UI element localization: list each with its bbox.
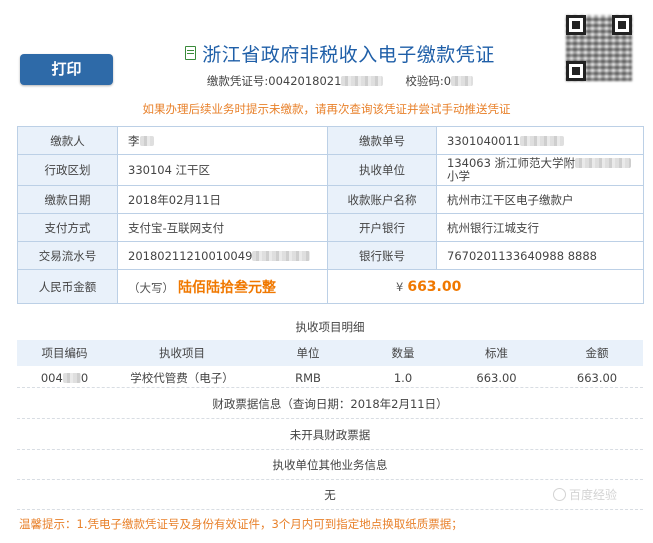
col-header: 金额 [551,340,643,366]
print-button[interactable]: 打印 [20,54,113,85]
redacted-mask [341,76,384,86]
divider [17,418,643,419]
divider [17,479,643,480]
watermark-icon [553,488,566,501]
col-header: 单位 [252,340,364,366]
page-title: 浙江省政府非税收入电子缴款凭证 [150,40,530,67]
amount-label: 人民币金额 [17,269,118,304]
voucher-info: 缴款凭证号:0042018021 校验码:0 [150,73,530,89]
date-value: 2018年02月11日 [117,185,328,214]
watermark: 百度经验 [553,486,617,503]
qr-code [566,15,632,81]
txn-value: 20180211210010049 [117,241,328,270]
col-header: 执收项目 [112,340,252,366]
items-title: 执收项目明细 [295,320,365,334]
amount-capital: （大写） 陆佰陆拾叁元整 [117,269,328,304]
payer-value: 李 [117,126,328,155]
bill-status: 未开具财政票据 [289,428,371,442]
check-code-label: 校验码: [405,74,444,88]
payment-info-table: 缴款人 李 缴款单号 3301040011 行政区划 330104 江干区 执收… [17,126,644,304]
bank-value: 杭州银行江城支行 [436,213,644,242]
pay-method-value: 支付宝-互联网支付 [117,213,328,242]
items-header-row: 项目编码 执收项目 单位 数量 标准 金额 [17,340,643,366]
check-code-value: 0 [443,74,452,88]
collector-label: 执收单位 [327,154,437,186]
amount-number: ¥663.00 [327,269,644,304]
voucher-no-label: 缴款凭证号: [206,74,269,88]
bank-account-label: 银行账号 [327,241,437,270]
other-info-value: 无 [324,488,336,502]
bank-account-value: 7670201133640988 8888 [436,241,644,270]
pay-method-label: 支付方式 [17,213,118,242]
collector-value: 134063 浙江师范大学附 小学 [436,154,644,186]
payment-no-value: 3301040011 [436,126,644,155]
payment-no-label: 缴款单号 [327,126,437,155]
payer-label: 缴款人 [17,126,118,155]
divider [17,387,643,388]
bill-info: 财政票据信息（查询日期：2018年2月11日） [212,397,448,411]
title-text: 浙江省政府非税收入电子缴款凭证 [202,44,495,66]
region-value: 330104 江干区 [117,154,328,186]
header: 浙江省政府非税收入电子缴款凭证 缴款凭证号:0042018021 校验码:0 [150,40,530,89]
divider [17,449,643,450]
bank-label: 开户银行 [327,213,437,242]
account-name-label: 收款账户名称 [327,185,437,214]
col-header: 标准 [442,340,551,366]
col-header: 项目编码 [17,340,112,366]
footer-note: 温馨提示：1.凭电子缴款凭证号及身份有效证件，3个月内可到指定地点换取纸质票据； [19,517,463,531]
divider [17,509,643,510]
items-table: 项目编码 执收项目 单位 数量 标准 金额 004 0 学校代管费（电子） RMB… [17,340,643,390]
account-name-value: 杭州市江干区电子缴款户 [436,185,644,214]
col-header: 数量 [364,340,442,366]
other-info-title: 执收单位其他业务信息 [272,458,388,472]
warning-text: 如果办理后续业务时提示未缴款，请再次查询该凭证并尝试手动推送凭证 [142,102,511,116]
document-icon [185,46,197,60]
voucher-no-value: 0042018021 [268,74,342,88]
redacted-mask [451,76,474,86]
txn-label: 交易流水号 [17,241,118,270]
date-label: 缴款日期 [17,185,118,214]
region-label: 行政区划 [17,154,118,186]
